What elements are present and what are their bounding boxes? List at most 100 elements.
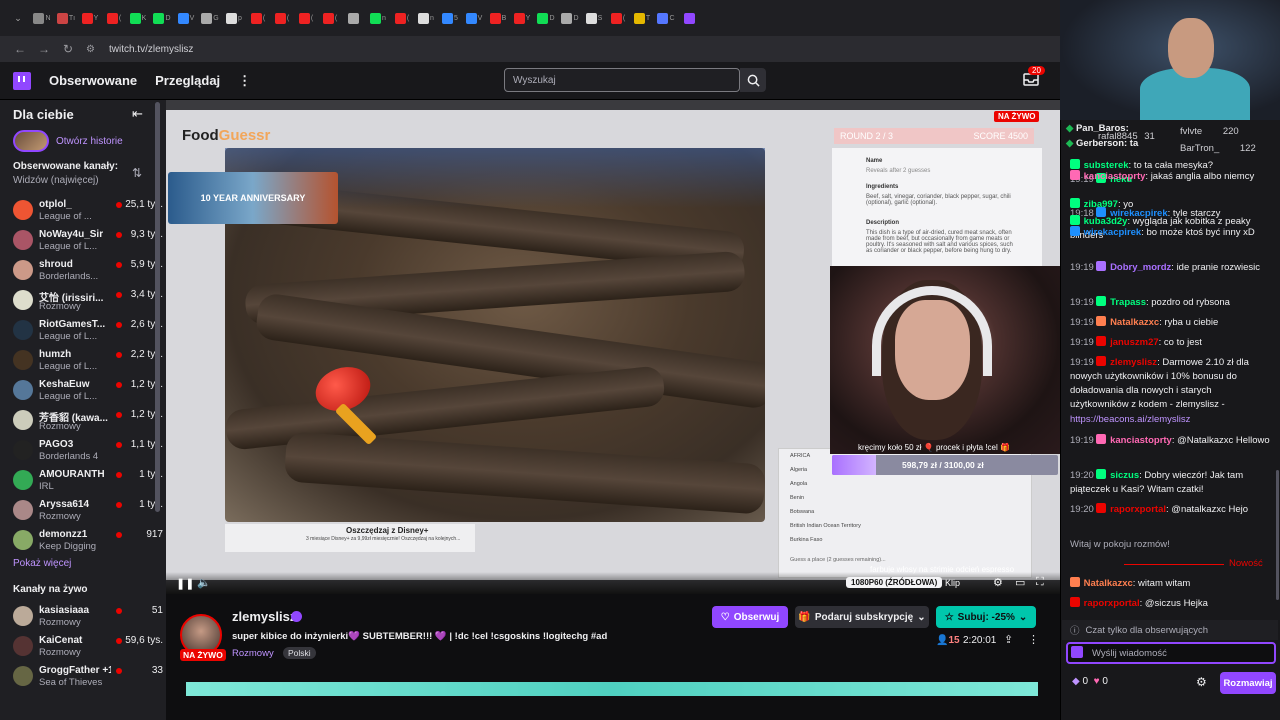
chat-scrollbar[interactable] bbox=[1276, 470, 1279, 600]
sidebar-channel[interactable]: 芳香貂 (kawa... Rozmowy 1,2 tys. bbox=[13, 406, 163, 434]
browser-tab[interactable]: D bbox=[558, 5, 582, 31]
sort-icon[interactable]: ⇅ bbox=[132, 166, 142, 180]
browser-tab[interactable]: ( bbox=[390, 5, 414, 31]
forward-arrow-icon[interactable]: → bbox=[32, 42, 56, 56]
nav-more-icon[interactable]: ⋮ bbox=[238, 73, 251, 89]
tab-search-icon[interactable]: ⌄ bbox=[6, 5, 30, 31]
streamer-name[interactable]: zlemyslisz bbox=[232, 609, 296, 624]
sidebar-channel[interactable]: GroggFather +1 Sea of Thieves 33 bbox=[13, 662, 163, 690]
country-option[interactable]: British Indian Ocean Territory bbox=[790, 523, 861, 529]
browser-tab[interactable]: B bbox=[486, 5, 510, 31]
sidebar-channel[interactable]: KeshaEuw League of L... 1,2 tys. bbox=[13, 376, 163, 404]
clip-button[interactable]: Klip bbox=[945, 578, 960, 588]
stream-category[interactable]: Rozmowy bbox=[232, 648, 274, 659]
bits-and-points[interactable]: ◆ 0 ♥ 0 bbox=[1072, 676, 1108, 687]
settings-gear-icon[interactable]: ⚙ bbox=[993, 576, 1003, 589]
sidebar-channel[interactable]: NoWay4u_Sir League of L... 9,3 tys. bbox=[13, 226, 163, 254]
site-info-icon[interactable]: ⚙ bbox=[86, 44, 95, 55]
chat-username[interactable]: siczus bbox=[1110, 470, 1139, 481]
browser-tab[interactable]: D bbox=[150, 5, 174, 31]
browser-tab[interactable]: n bbox=[366, 5, 390, 31]
language-tag[interactable]: Polski bbox=[283, 647, 316, 659]
country-option[interactable]: Angola bbox=[790, 481, 807, 487]
chat-username[interactable]: Trapass bbox=[1110, 297, 1146, 308]
search-input[interactable]: Wyszukaj bbox=[504, 68, 740, 92]
chat-username[interactable]: wirekacpirek bbox=[1084, 227, 1142, 238]
chat-input[interactable]: Wyślij wiadomość bbox=[1066, 642, 1276, 664]
sidebar-scrollbar[interactable] bbox=[155, 102, 160, 512]
browser-tab[interactable]: T bbox=[630, 5, 654, 31]
nav-following[interactable]: Obserwowane bbox=[49, 73, 137, 88]
sidebar-channel[interactable]: kasiasiaaa Rozmowy 51 bbox=[13, 602, 163, 630]
chat-username[interactable]: raporxportal bbox=[1110, 504, 1166, 515]
back-arrow-icon[interactable]: ← bbox=[8, 42, 32, 56]
chat-username[interactable]: januszm27 bbox=[1110, 337, 1159, 348]
share-icon[interactable]: ⇪ bbox=[1004, 633, 1013, 646]
country-option[interactable]: Benin bbox=[790, 495, 804, 501]
sidebar-channel[interactable]: RiotGamesT... League of L... 2,6 tys. bbox=[13, 316, 163, 344]
chat-username[interactable]: Natalkazxc bbox=[1110, 317, 1159, 328]
browser-tab[interactable]: ( bbox=[102, 5, 126, 31]
browser-tab[interactable]: ( bbox=[318, 5, 342, 31]
browser-tab[interactable] bbox=[678, 5, 702, 31]
browser-tab[interactable]: G bbox=[198, 5, 222, 31]
guess-input[interactable]: Guess a place (2 guesses remaining)... bbox=[790, 557, 886, 563]
browser-tab[interactable]: C bbox=[654, 5, 678, 31]
chat-username[interactable]: raporxportal bbox=[1084, 598, 1140, 609]
sidebar-channel[interactable]: PAGO3 Borderlands 4 1,1 tys. bbox=[13, 436, 163, 464]
country-option[interactable]: Algeria bbox=[790, 467, 807, 473]
fullscreen-icon[interactable]: ⛶ bbox=[1036, 576, 1044, 589]
browser-tab[interactable]: V bbox=[462, 5, 486, 31]
chat-username[interactable]: Natalkazxc bbox=[1084, 578, 1133, 589]
sidebar-channel[interactable]: Aryssa614 Rozmowy 1 tys. bbox=[13, 496, 163, 524]
chat-username[interactable]: kanciastoprty bbox=[1110, 435, 1172, 446]
browser-tab[interactable]: Y bbox=[510, 5, 534, 31]
sidebar-channel[interactable]: humzh League of L... 2,2 tys. bbox=[13, 346, 163, 374]
collapse-sidebar-icon[interactable]: ⇤ bbox=[132, 106, 143, 122]
browser-tab[interactable]: ( bbox=[246, 5, 270, 31]
theater-mode-icon[interactable]: ▭ bbox=[1015, 576, 1025, 589]
volume-icon[interactable]: 🔈 bbox=[197, 576, 211, 589]
more-options-icon[interactable]: ⋮ bbox=[1028, 633, 1039, 646]
browser-tab[interactable] bbox=[342, 5, 366, 31]
sidebar-channel[interactable]: 艾怡 (irissiri... Rozmowy 3,4 tys. bbox=[13, 286, 163, 314]
sidebar-channel[interactable]: demonzz1 Keep Digging 917 bbox=[13, 526, 163, 554]
country-option[interactable]: AFRICA bbox=[790, 453, 810, 459]
browser-tab[interactable]: D bbox=[534, 5, 558, 31]
quality-badge[interactable]: 1080P60 (ŹRÓDŁOWA) bbox=[846, 577, 943, 588]
show-more-link[interactable]: Pokaż więcej bbox=[13, 558, 71, 569]
nav-browse[interactable]: Przeglądaj bbox=[155, 73, 220, 88]
open-stories-button[interactable]: Otwórz historie bbox=[13, 129, 153, 153]
sidebar-channel[interactable]: otplol_ League of ... 25,1 tys. bbox=[13, 196, 163, 224]
pause-icon[interactable]: ❚❚ bbox=[176, 577, 194, 590]
reload-icon[interactable]: ↻ bbox=[56, 42, 80, 56]
subscribe-button[interactable]: ☆ Subuj: -25% ⌄ bbox=[936, 606, 1036, 628]
chat-username[interactable]: zlemyslisz bbox=[1110, 357, 1157, 368]
follow-button[interactable]: ♡ Obserwuj bbox=[712, 606, 788, 628]
address-bar[interactable]: twitch.tv/zlemyslisz bbox=[109, 44, 193, 55]
browser-tab[interactable]: V bbox=[174, 5, 198, 31]
browser-tab[interactable]: Tı bbox=[54, 5, 78, 31]
browser-tab[interactable]: S bbox=[582, 5, 606, 31]
gift-sub-button[interactable]: 🎁 Podaruj subskrypcję ⌄ bbox=[795, 606, 929, 628]
sidebar-channel[interactable]: shroud Borderlands... 5,9 tys. bbox=[13, 256, 163, 284]
browser-tab[interactable]: ( bbox=[606, 5, 630, 31]
browser-tab[interactable]: ( bbox=[294, 5, 318, 31]
browser-tab[interactable]: p bbox=[222, 5, 246, 31]
browser-tab[interactable]: K bbox=[126, 5, 150, 31]
chat-username[interactable]: kanciastoprty bbox=[1084, 171, 1146, 182]
sidebar-channel[interactable]: AMOURANTH IRL 1 tys. bbox=[13, 466, 163, 494]
sidebar-channel[interactable]: KaiCenat Rozmowy 59,6 tys. bbox=[13, 632, 163, 660]
search-button[interactable] bbox=[740, 68, 766, 92]
browser-tab[interactable]: Y bbox=[78, 5, 102, 31]
chat-settings-icon[interactable]: ⚙ bbox=[1196, 675, 1207, 689]
emote-picker-icon[interactable] bbox=[1071, 646, 1083, 658]
browser-tab[interactable]: N bbox=[30, 5, 54, 31]
twitch-logo-icon[interactable] bbox=[13, 71, 31, 90]
browser-tab[interactable]: 5 bbox=[438, 5, 462, 31]
chat-username[interactable]: Dobry_mordz bbox=[1110, 262, 1171, 273]
country-option[interactable]: Burkina Faso bbox=[790, 537, 822, 543]
chat-send-button[interactable]: Rozmawiaj bbox=[1220, 672, 1276, 694]
country-option[interactable]: Botswana bbox=[790, 509, 814, 515]
browser-tab[interactable]: ( bbox=[270, 5, 294, 31]
